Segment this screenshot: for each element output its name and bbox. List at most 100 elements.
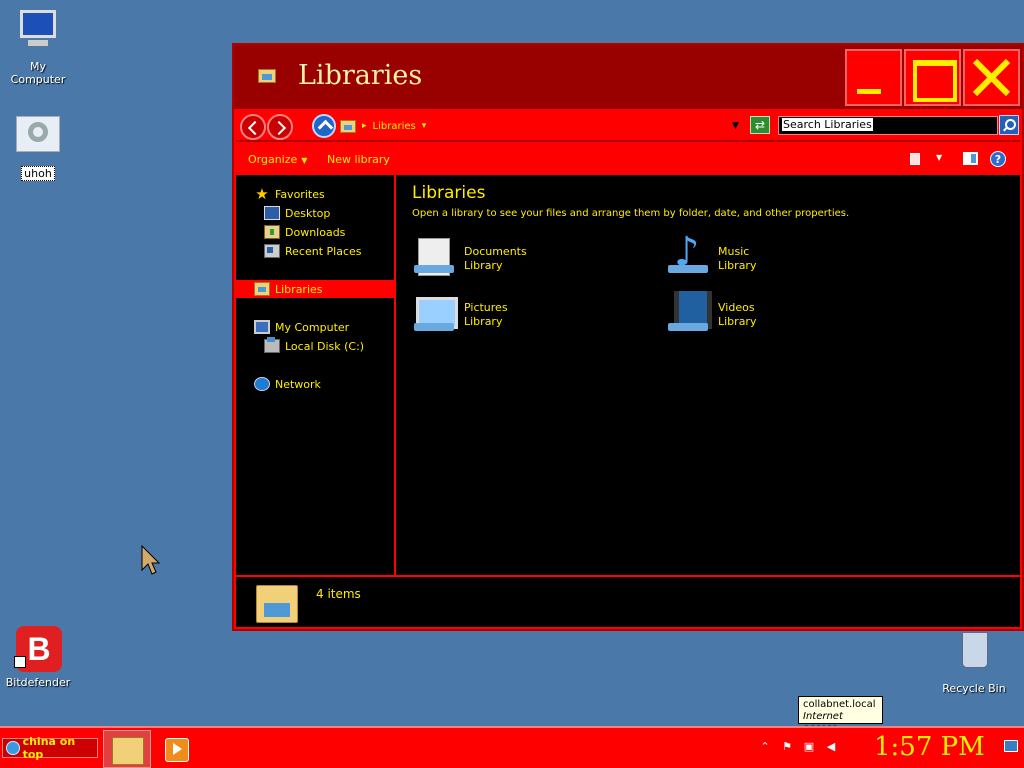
- explorer-window: Libraries ▸ Libraries ▾ ▼ ⇄ Search Libra…: [232, 43, 1024, 631]
- breadcrumb-item-libraries[interactable]: Libraries: [373, 121, 416, 132]
- library-tile-videos[interactable]: Videos Library: [666, 291, 916, 337]
- network-tooltip: collabnet.local Internet access: [798, 696, 883, 734]
- refresh-button[interactable]: ⇄: [750, 116, 770, 134]
- close-button[interactable]: [963, 49, 1020, 106]
- taskbar-clock[interactable]: 1:57 PM: [874, 732, 985, 762]
- network-tray-icon[interactable]: ▣: [802, 740, 816, 754]
- library-name: Music: [718, 245, 750, 258]
- desktop-icon-my-computer[interactable]: My Computer: [0, 8, 76, 86]
- content-pane: Libraries Open a library to see your fil…: [396, 175, 1020, 575]
- library-type: Library: [718, 259, 757, 272]
- library-type: Library: [464, 259, 503, 272]
- star-icon: ★: [255, 185, 269, 203]
- recycle-bin-icon: [950, 630, 998, 678]
- library-name: Documents: [464, 245, 527, 258]
- new-library-button[interactable]: New library: [327, 153, 390, 166]
- desktop-icon-label: My Computer: [10, 60, 66, 86]
- taskbar-explorer-button[interactable]: [103, 730, 151, 768]
- desktop-icon-label: Bitdefender: [5, 676, 71, 689]
- libraries-icon: [254, 282, 270, 296]
- organize-label: Organize: [248, 153, 298, 166]
- nav-item-label: Network: [275, 377, 321, 391]
- chevron-right-icon[interactable]: ▸: [362, 121, 367, 131]
- start-label: china on top: [22, 735, 76, 761]
- nav-item-downloads[interactable]: Downloads: [264, 223, 345, 241]
- pictures-library-icon: [412, 291, 458, 337]
- content-description: Open a library to see your files and arr…: [412, 208, 850, 219]
- nav-item-favorites[interactable]: ★ Favorites: [254, 185, 324, 203]
- show-hidden-icons-icon[interactable]: ⌃: [758, 740, 772, 754]
- desktop-icon-bitdefender[interactable]: B Bitdefender: [0, 624, 76, 689]
- desktop-icon-label: uhoh: [21, 166, 55, 181]
- shortcut-arrow-icon: [14, 656, 26, 668]
- library-name: Pictures: [464, 301, 508, 314]
- library-tile-pictures[interactable]: Pictures Library: [412, 291, 662, 337]
- library-tile-music[interactable]: Music Library: [666, 229, 916, 281]
- change-view-button[interactable]: [910, 153, 920, 165]
- desktop-icon-recycle-bin[interactable]: Recycle Bin: [936, 630, 1012, 695]
- forward-button[interactable]: [267, 114, 293, 140]
- nav-item-label: Libraries: [275, 282, 323, 296]
- taskbar: china on top ⌃ ⚑ ▣ ◀ 1:57 PM: [0, 726, 1024, 768]
- nav-item-desktop[interactable]: Desktop: [264, 204, 330, 222]
- nav-item-recent-places[interactable]: Recent Places: [264, 242, 362, 260]
- system-tray: ⌃ ⚑ ▣ ◀: [758, 740, 838, 754]
- taskbar-media-player-button[interactable]: [155, 730, 203, 768]
- maximize-button[interactable]: [904, 49, 961, 106]
- library-type: Library: [718, 315, 757, 328]
- nav-item-label: My Computer: [275, 320, 350, 334]
- nav-item-label: Desktop: [285, 206, 331, 220]
- nav-item-label: Downloads: [285, 225, 346, 239]
- desktop-icon-uhoh[interactable]: uhoh: [0, 114, 76, 181]
- network-icon: [254, 377, 270, 391]
- desktop-icon: [264, 206, 280, 220]
- videos-library-icon: [666, 291, 712, 337]
- libraries-folder-icon: [254, 581, 300, 623]
- organize-button[interactable]: Organize ▼: [248, 153, 307, 166]
- up-button[interactable]: [312, 114, 336, 138]
- command-bar: Organize ▼ New library ▼ ?: [236, 144, 1020, 174]
- start-globe-icon: [6, 741, 20, 755]
- details-pane: 4 items: [236, 577, 1020, 627]
- chevron-down-icon[interactable]: ▾: [422, 121, 427, 131]
- desktop-icon-label: Recycle Bin: [942, 682, 1006, 695]
- action-center-icon[interactable]: ⚑: [780, 740, 794, 754]
- help-button[interactable]: ?: [990, 151, 1006, 167]
- computer-icon: [14, 8, 62, 56]
- search-input[interactable]: Search Libraries: [778, 116, 998, 135]
- breadcrumb[interactable]: ▸ Libraries ▾: [340, 115, 740, 137]
- settings-file-icon: [14, 114, 62, 162]
- recent-places-icon: [264, 244, 280, 258]
- mouse-cursor-icon: [141, 545, 161, 575]
- search-button[interactable]: [999, 115, 1019, 135]
- computer-icon: [254, 320, 270, 334]
- address-dropdown-icon[interactable]: ▼: [732, 121, 739, 131]
- nav-item-libraries[interactable]: Libraries: [236, 280, 394, 298]
- view-options-dropdown[interactable]: ▼: [936, 153, 942, 162]
- music-library-icon: [666, 229, 712, 281]
- bitdefender-icon: B: [14, 624, 62, 672]
- tooltip-network-name: collabnet.local: [803, 699, 876, 710]
- nav-item-my-computer[interactable]: My Computer: [254, 318, 349, 336]
- back-button[interactable]: [240, 114, 266, 140]
- minimize-button[interactable]: [845, 49, 902, 106]
- nav-item-local-disk[interactable]: Local Disk (C:): [264, 337, 364, 355]
- refresh-icon: ⇄: [754, 118, 766, 132]
- item-count: 4 items: [316, 587, 361, 601]
- title-bar[interactable]: Libraries: [234, 45, 1022, 109]
- library-tile-documents[interactable]: Documents Library: [412, 235, 662, 281]
- nav-item-network[interactable]: Network: [254, 375, 321, 393]
- hard-drive-icon: [264, 337, 280, 353]
- show-desktop-button[interactable]: [1004, 740, 1018, 752]
- close-icon: [972, 58, 1011, 97]
- nav-item-label: Local Disk (C:): [285, 339, 365, 353]
- libraries-icon: [340, 119, 356, 133]
- preview-pane-button[interactable]: [963, 152, 978, 165]
- start-button[interactable]: china on top: [2, 735, 98, 761]
- nav-item-label: Recent Places: [285, 244, 362, 258]
- library-type: Library: [464, 315, 503, 328]
- volume-icon[interactable]: ◀: [824, 740, 838, 754]
- documents-library-icon: [412, 235, 458, 281]
- downloads-icon: [264, 225, 280, 239]
- content-title: Libraries: [412, 183, 486, 203]
